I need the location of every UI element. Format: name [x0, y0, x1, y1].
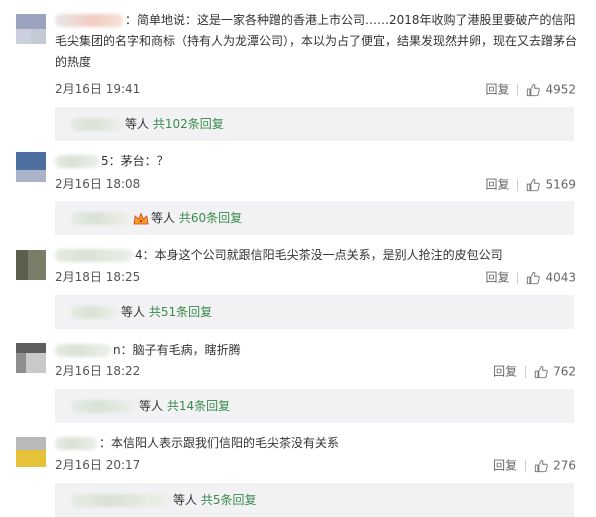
like-count: 5169 — [545, 177, 576, 192]
thumbs-up-icon — [534, 365, 548, 378]
comment-actions: 回复 4952 — [485, 80, 576, 99]
comment-author-suffix: 4： — [135, 248, 155, 262]
username-blurred[interactable] — [55, 249, 133, 262]
avatar[interactable] — [16, 14, 46, 44]
view-replies-link[interactable]: 共102条回复 — [153, 117, 224, 131]
comment-text: 本信阳人表示跟我们信阳的毛尖茶没有关系 — [111, 436, 340, 450]
reply-summary[interactable]: 等人 共102条回复 — [55, 107, 574, 141]
reply-button[interactable]: 回复 — [493, 365, 517, 379]
crown-icon — [133, 212, 149, 224]
comment-actions: 回复 4043 — [485, 268, 576, 287]
avatar[interactable] — [16, 152, 46, 182]
comment-actions: 回复 5169 — [485, 175, 576, 194]
reply-summary[interactable]: 等人 共14条回复 — [55, 389, 574, 423]
like-count: 4952 — [545, 82, 576, 97]
thumbs-up-icon — [527, 178, 541, 191]
thumbs-up-icon — [527, 271, 541, 284]
username-blurred[interactable] — [55, 344, 111, 357]
reply-users-blurred — [71, 494, 171, 507]
comment-text: 茅台：？ — [120, 154, 169, 168]
comment-meta: 2月18日 18:25 回复 4043 — [55, 268, 576, 286]
like-button[interactable]: 5169 — [526, 177, 576, 192]
reply-users-suffix: 等人 — [139, 399, 164, 413]
comment-meta: 2月16日 20:17 回复 276 — [55, 456, 576, 474]
like-button[interactable]: 4952 — [526, 82, 576, 97]
comment-author-suffix: ： — [99, 436, 112, 450]
view-replies-link[interactable]: 共14条回复 — [167, 399, 230, 413]
like-count: 4043 — [545, 270, 576, 285]
comment-meta: 2月16日 18:22 回复 762 — [55, 362, 576, 380]
comment-text: 本身这个公司就跟信阳毛尖茶没一点关系，是别人抢注的皮包公司 — [154, 248, 503, 262]
comment-time: 2月18日 18:25 — [55, 270, 141, 284]
reply-users-blurred — [71, 118, 123, 131]
comment-body: 5：茅台：？ — [55, 151, 582, 172]
reply-users-blurred — [71, 306, 119, 319]
comment-time: 2月16日 19:41 — [55, 82, 141, 96]
like-button[interactable]: 762 — [534, 364, 576, 379]
reply-button[interactable]: 回复 — [485, 178, 509, 192]
divider — [517, 83, 519, 96]
view-replies-link[interactable]: 共60条回复 — [179, 211, 242, 225]
comment-actions: 回复 762 — [493, 362, 576, 381]
like-count: 276 — [553, 458, 576, 473]
divider — [517, 271, 519, 284]
comment-actions: 回复 276 — [493, 456, 576, 475]
username-blurred[interactable] — [55, 155, 99, 168]
comment-body: 4：本身这个公司就跟信阳毛尖茶没一点关系，是别人抢注的皮包公司 — [55, 245, 582, 266]
reply-button[interactable]: 回复 — [493, 459, 517, 473]
avatar[interactable] — [16, 343, 46, 373]
comment-text: 脑子有毛病，瞎折腾 — [132, 343, 241, 357]
comment-meta: 2月16日 19:41 回复 4952 — [55, 80, 576, 98]
reply-button[interactable]: 回复 — [485, 83, 509, 97]
view-replies-link[interactable]: 共51条回复 — [149, 305, 212, 319]
comment-time: 2月16日 18:08 — [55, 177, 141, 191]
comment-body: ：简单地说：这是一家各种蹭的香港上市公司……2018年收购了港股里要破产的信阳毛… — [55, 10, 582, 73]
comment-body: ：本信阳人表示跟我们信阳的毛尖茶没有关系 — [55, 433, 582, 454]
view-replies-link[interactable]: 共5条回复 — [201, 493, 257, 507]
reply-users-blurred — [71, 212, 131, 225]
reply-summary[interactable]: 等人 共51条回复 — [55, 295, 574, 329]
thumbs-up-icon — [527, 83, 541, 96]
comment-time: 2月16日 18:22 — [55, 364, 141, 378]
reply-users-suffix: 等人 — [151, 211, 176, 225]
reply-button[interactable]: 回复 — [485, 271, 509, 285]
thumbs-up-icon — [534, 459, 548, 472]
comment-time: 2月16日 20:17 — [55, 458, 141, 472]
like-count: 762 — [553, 364, 576, 379]
divider — [517, 178, 519, 191]
comment-author-suffix: ： — [125, 13, 138, 27]
like-button[interactable]: 4043 — [526, 270, 576, 285]
reply-summary[interactable]: 等人 共60条回复 — [55, 201, 574, 235]
comment-meta: 2月16日 18:08 回复 5169 — [55, 175, 576, 193]
comment-author-suffix: 5： — [101, 154, 121, 168]
username-blurred[interactable] — [55, 14, 123, 27]
username-blurred[interactable] — [55, 437, 97, 450]
avatar[interactable] — [16, 437, 46, 467]
like-button[interactable]: 276 — [534, 458, 576, 473]
avatar[interactable] — [16, 250, 46, 280]
reply-users-suffix: 等人 — [121, 305, 146, 319]
reply-users-suffix: 等人 — [125, 117, 150, 131]
divider — [525, 365, 527, 378]
divider — [525, 459, 527, 472]
reply-users-suffix: 等人 — [173, 493, 198, 507]
comment-author-suffix: n： — [113, 343, 133, 357]
reply-users-blurred — [71, 400, 137, 413]
comment-body: n：脑子有毛病，瞎折腾 — [55, 340, 582, 361]
